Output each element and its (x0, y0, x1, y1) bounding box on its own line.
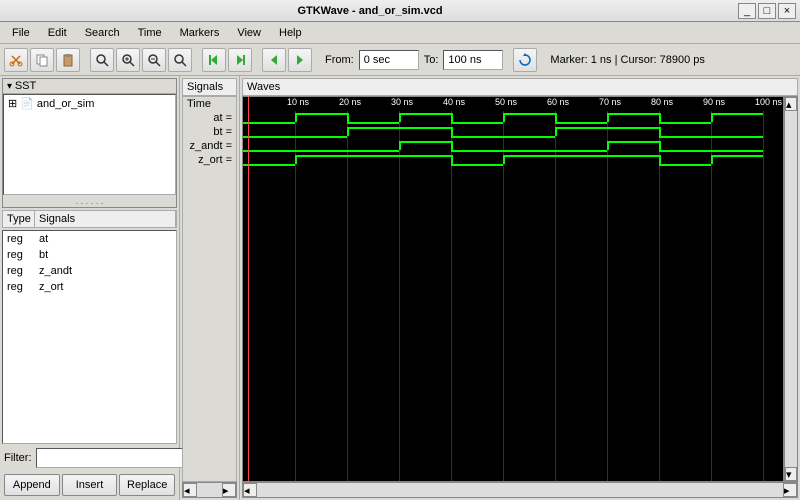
nav-prev-button[interactable] (262, 48, 286, 72)
cell-name: z_andt (35, 265, 76, 277)
wave-vscroll[interactable]: ▴ ▾ (784, 96, 798, 482)
wave-scroll-right-icon[interactable]: ▸ (783, 483, 797, 497)
filter-label: Filter: (4, 452, 32, 464)
cell-name: at (35, 233, 52, 245)
wave-signal-at[interactable] (243, 111, 783, 125)
wave-signal-z_ort[interactable] (243, 153, 783, 167)
filter-input[interactable] (36, 448, 188, 468)
tick-label: 60 ns (547, 97, 569, 107)
zoom-in-button[interactable] (116, 48, 140, 72)
marker-line[interactable] (248, 97, 249, 481)
copy-button[interactable] (30, 48, 54, 72)
tick-label: 30 ns (391, 97, 413, 107)
signal-label-zort[interactable]: z_ort = (183, 153, 236, 167)
minimize-button[interactable]: _ (738, 3, 756, 19)
signals-panel-title: Signals (182, 78, 237, 96)
th-type[interactable]: Type (3, 211, 35, 227)
wave-timeline[interactable]: 10 ns 20 ns 30 ns 40 ns 50 ns 60 ns 70 ns 80 ns… (243, 97, 783, 111)
marker-cursor-label: Marker: 1 ns | Cursor: 78900 ps (547, 54, 707, 66)
scroll-left-icon[interactable]: ◂ (183, 483, 197, 497)
paste-button[interactable] (56, 48, 80, 72)
left-panel: ▾ SST ⊞ 📄 and_or_sim . . . . . . Type Si… (0, 76, 180, 500)
signals-table-body[interactable]: regatregbtregz_andtregz_ort (2, 230, 177, 444)
tick-label: 40 ns (443, 97, 465, 107)
time-label: Time (183, 97, 236, 111)
wave-signal-z_andt[interactable] (243, 139, 783, 153)
wave-title: Waves (242, 78, 798, 96)
toolbar: From: To: Marker: 1 ns | Cursor: 78900 p… (0, 44, 800, 76)
tree-item-root[interactable]: ⊞ 📄 and_or_sim (4, 95, 175, 112)
menu-help[interactable]: Help (271, 25, 310, 41)
maximize-button[interactable]: □ (758, 3, 776, 19)
table-row[interactable]: regat (3, 231, 176, 247)
signals-table-header: Type Signals (2, 210, 177, 228)
cell-type: reg (3, 281, 35, 293)
from-input[interactable] (359, 50, 419, 70)
tree-expand-icon[interactable]: ⊞ (8, 97, 17, 110)
tick-label: 100 ns (755, 97, 782, 107)
table-row[interactable]: regz_andt (3, 263, 176, 279)
wave-hscroll[interactable]: ◂ ▸ (242, 482, 798, 498)
table-row[interactable]: regz_ort (3, 279, 176, 295)
cell-type: reg (3, 265, 35, 277)
to-input[interactable] (443, 50, 503, 70)
sst-title: SST (15, 80, 36, 92)
menu-view[interactable]: View (229, 25, 269, 41)
window-title: GTKWave - and_or_sim.vcd (4, 5, 736, 17)
wave-canvas[interactable]: 10 ns 20 ns 30 ns 40 ns 50 ns 60 ns 70 ns 80 ns… (242, 96, 784, 482)
wave-signal-bt[interactable] (243, 125, 783, 139)
menubar: File Edit Search Time Markers View Help (0, 22, 800, 44)
signals-panel: Signals Time at = bt = z_andt = z_ort = … (180, 76, 240, 500)
main-area: ▾ SST ⊞ 📄 and_or_sim . . . . . . Type Si… (0, 76, 800, 500)
menu-edit[interactable]: Edit (40, 25, 75, 41)
cell-type: reg (3, 233, 35, 245)
signal-label-at[interactable]: at = (183, 111, 236, 125)
tree-root-label: and_or_sim (37, 98, 94, 110)
module-icon: 📄 (20, 97, 34, 110)
signals-list[interactable]: Time at = bt = z_andt = z_ort = (182, 96, 237, 482)
cut-button[interactable] (4, 48, 28, 72)
tick-label: 90 ns (703, 97, 725, 107)
cell-name: z_ort (35, 281, 67, 293)
sst-tree[interactable]: ⊞ 📄 and_or_sim (3, 94, 176, 195)
cell-name: bt (35, 249, 52, 261)
zoom-undo-button[interactable] (168, 48, 192, 72)
resize-handle[interactable]: . . . . . . (3, 195, 176, 207)
signal-label-bt[interactable]: bt = (183, 125, 236, 139)
wave-panel: Waves 10 ns 20 ns 30 ns 40 ns 50 ns 60 ns 70 n… (240, 76, 800, 500)
nav-end-button[interactable] (228, 48, 252, 72)
table-row[interactable]: regbt (3, 247, 176, 263)
scroll-up-icon[interactable]: ▴ (785, 97, 797, 111)
menu-time[interactable]: Time (130, 25, 170, 41)
tick-label: 20 ns (339, 97, 361, 107)
menu-markers[interactable]: Markers (172, 25, 228, 41)
to-label: To: (421, 54, 442, 66)
replace-button[interactable]: Replace (119, 474, 175, 496)
nav-start-button[interactable] (202, 48, 226, 72)
tick-label: 70 ns (599, 97, 621, 107)
reload-button[interactable] (513, 48, 537, 72)
zoom-fit-button[interactable] (90, 48, 114, 72)
wave-scroll-left-icon[interactable]: ◂ (243, 483, 257, 497)
menu-file[interactable]: File (4, 25, 38, 41)
signal-label-zandt[interactable]: z_andt = (183, 139, 236, 153)
insert-button[interactable]: Insert (62, 474, 118, 496)
tick-label: 50 ns (495, 97, 517, 107)
from-label: From: (322, 54, 357, 66)
zoom-out-button[interactable] (142, 48, 166, 72)
tick-label: 80 ns (651, 97, 673, 107)
th-signals[interactable]: Signals (35, 211, 176, 227)
cell-type: reg (3, 249, 35, 261)
menu-search[interactable]: Search (77, 25, 128, 41)
append-button[interactable]: Append (4, 474, 60, 496)
nav-next-button[interactable] (288, 48, 312, 72)
signals-hscroll[interactable]: ◂ ▸ (182, 482, 237, 498)
scroll-right-icon[interactable]: ▸ (222, 483, 236, 497)
tick-label: 10 ns (287, 97, 309, 107)
close-button[interactable]: × (778, 3, 796, 19)
titlebar: GTKWave - and_or_sim.vcd _ □ × (0, 0, 800, 22)
scroll-down-icon[interactable]: ▾ (785, 467, 797, 481)
